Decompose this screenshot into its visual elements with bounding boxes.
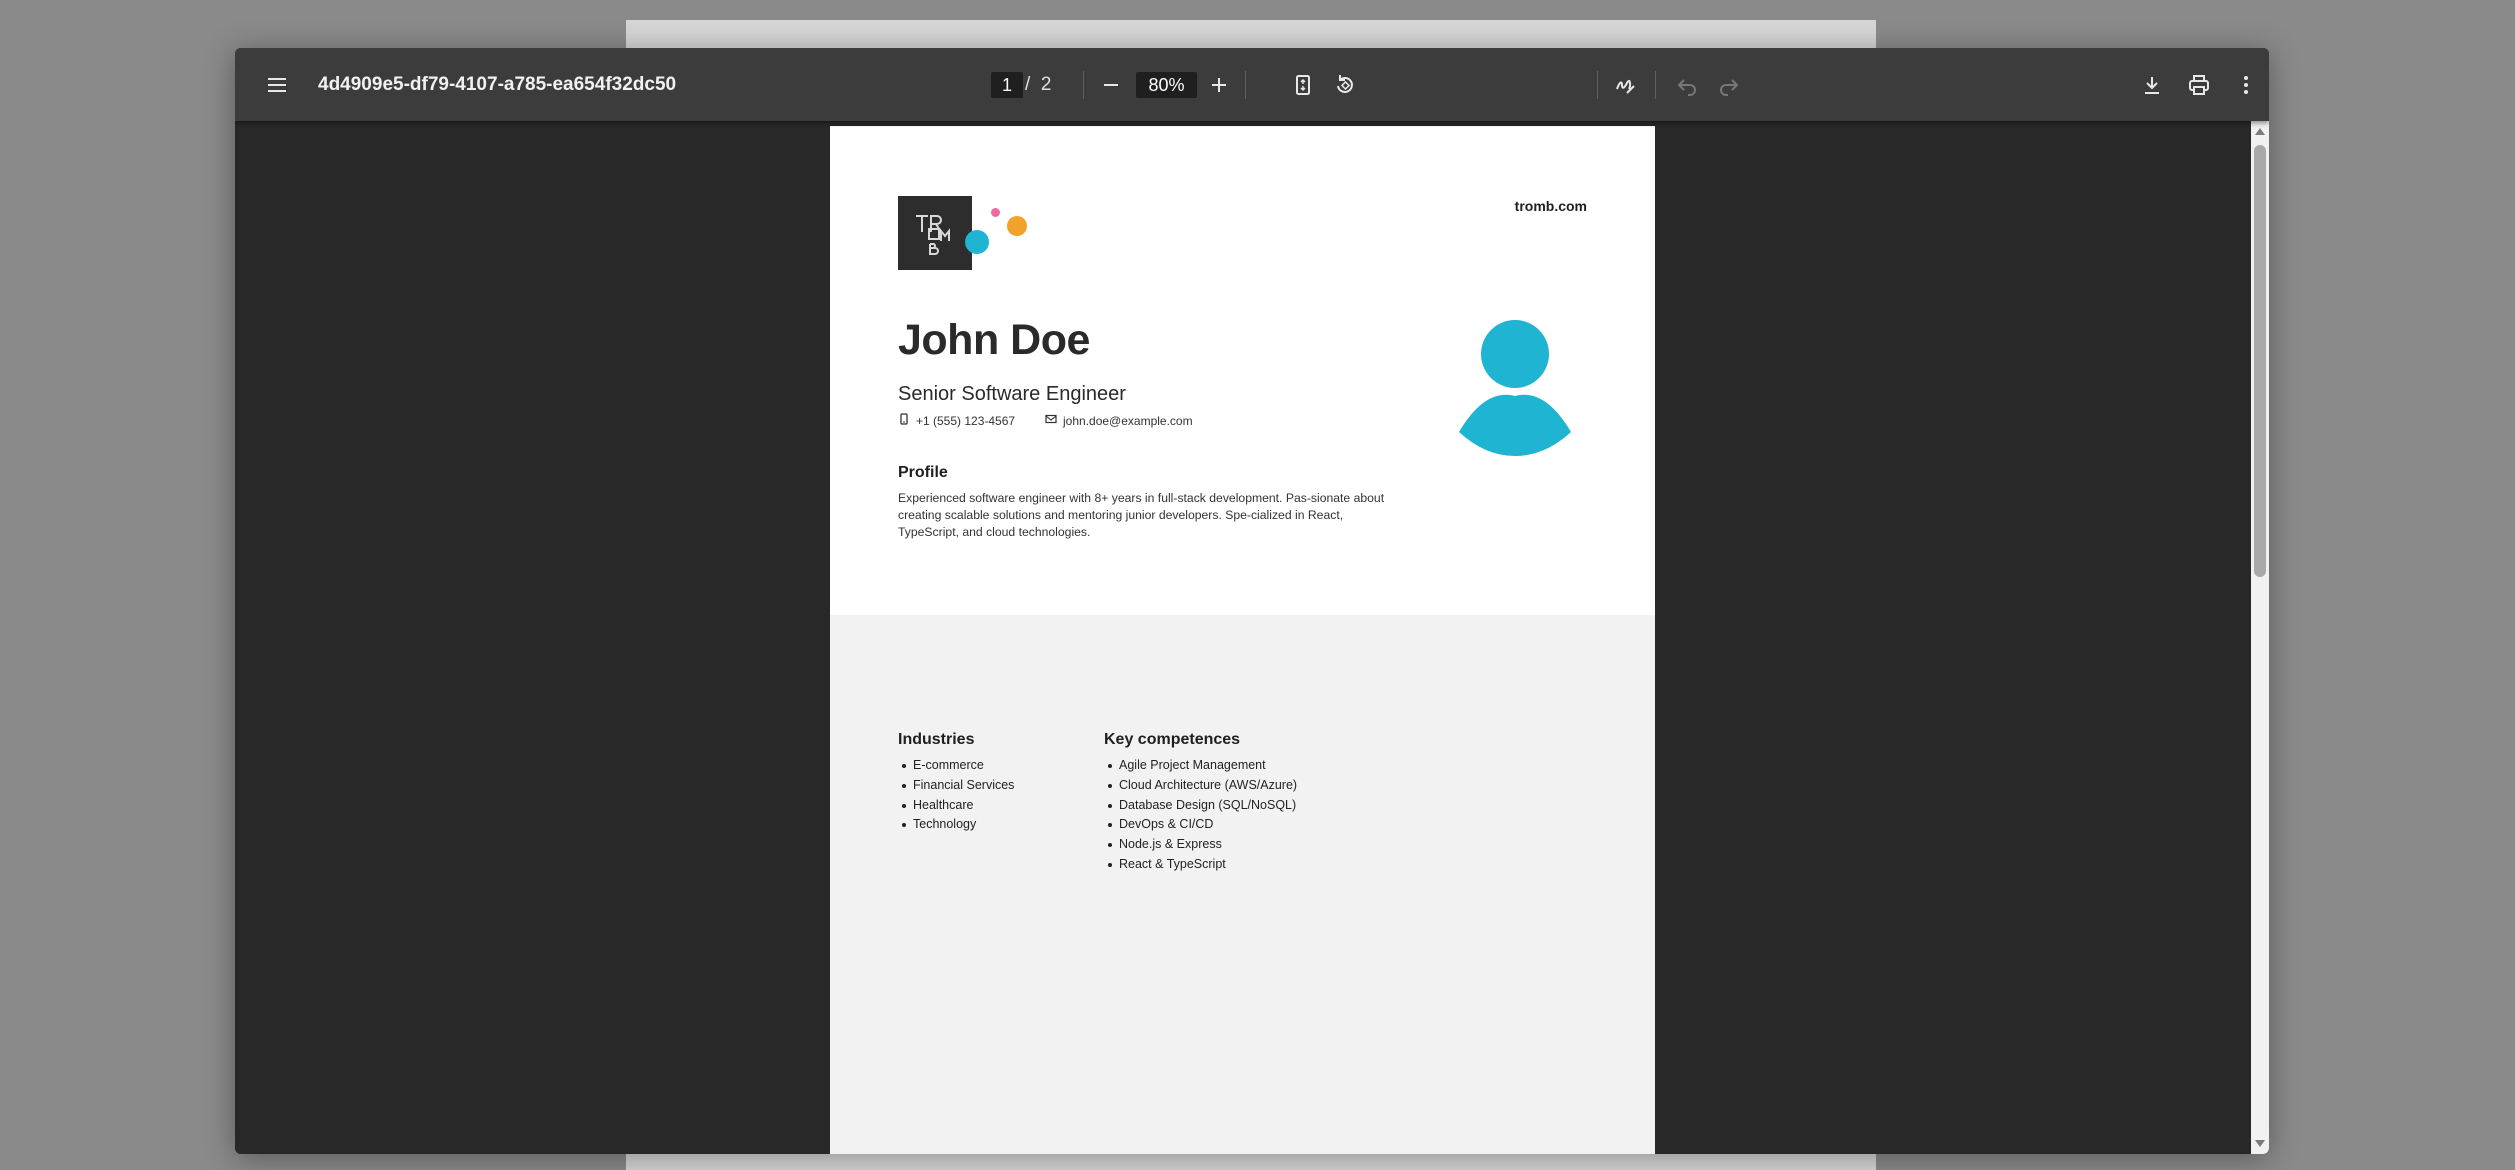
email-contact: john.doe@example.com: [1045, 413, 1193, 428]
vertical-scrollbar[interactable]: [2251, 121, 2269, 1154]
scroll-down-icon[interactable]: [2255, 1140, 2265, 1147]
pdf-page: tromb.com John Doe Senior Software Engin…: [830, 126, 1655, 1154]
profile-text: Experienced software engineer with 8+ ye…: [898, 491, 1385, 539]
page-gray-section: [830, 615, 1655, 1154]
document-title: 4d4909e5-df79-4107-a785-ea654f32dc50: [318, 73, 677, 95]
logo-cyan-dot: [965, 230, 989, 254]
pdf-viewer: 4d4909e5-df79-4107-a785-ea654f32dc50 1 /…: [235, 48, 2269, 1154]
industries-list: E-commerce Financial Services Healthcare…: [898, 756, 1014, 835]
list-item: React & TypeScript: [1104, 855, 1297, 875]
logo-orange-dot: [1007, 216, 1027, 236]
list-item: Agile Project Management: [1104, 756, 1297, 776]
list-item: Healthcare: [898, 796, 1014, 816]
viewer-toolbar: 4d4909e5-df79-4107-a785-ea654f32dc50 1 /…: [235, 48, 2269, 121]
fit-page-icon[interactable]: [1283, 65, 1323, 105]
rotate-icon[interactable]: [1325, 65, 1365, 105]
scroll-up-icon[interactable]: [2255, 128, 2265, 135]
draw-icon[interactable]: [1605, 65, 1645, 105]
toolbar-divider: [1245, 71, 1246, 99]
industries-heading: Industries: [898, 731, 975, 748]
more-icon[interactable]: [2226, 65, 2266, 105]
toolbar-divider: [1597, 71, 1598, 99]
email-address: john.doe@example.com: [1063, 413, 1193, 428]
zoom-in-icon[interactable]: [1199, 65, 1239, 105]
menu-icon[interactable]: [257, 65, 297, 105]
page-count: / 2: [1025, 74, 1052, 95]
toolbar-divider: [1083, 71, 1084, 99]
profile-heading: Profile: [898, 464, 948, 481]
job-title: Senior Software Engineer: [898, 383, 1126, 405]
competences-heading: Key competences: [1104, 731, 1241, 748]
zoom-level-input[interactable]: 80%: [1136, 72, 1197, 98]
zoom-out-icon[interactable]: [1091, 65, 1131, 105]
competences-list: Agile Project Management Cloud Architect…: [1104, 756, 1297, 875]
undo-icon[interactable]: [1667, 65, 1707, 105]
list-item: DevOps & CI/CD: [1104, 815, 1297, 835]
list-item: Database Design (SQL/NoSQL): [1104, 796, 1297, 816]
redo-icon[interactable]: [1709, 65, 1749, 105]
list-item: Cloud Architecture (AWS/Azure): [1104, 776, 1297, 796]
website-link[interactable]: tromb.com: [1515, 198, 1587, 214]
download-icon[interactable]: [2132, 65, 2172, 105]
toolbar-divider: [1655, 71, 1656, 99]
list-item: Financial Services: [898, 776, 1014, 796]
phone-icon: [898, 413, 910, 428]
page-number-input[interactable]: 1: [991, 72, 1023, 98]
phone-number: +1 (555) 123-4567: [916, 413, 1016, 428]
list-item: E-commerce: [898, 756, 1014, 776]
mail-icon: [1045, 413, 1057, 428]
tromb-logo: [898, 196, 972, 270]
print-icon[interactable]: [2179, 65, 2219, 105]
list-item: Technology: [898, 815, 1014, 835]
avatar-placeholder-icon: [1445, 316, 1585, 456]
scrollbar-thumb[interactable]: [2254, 145, 2266, 577]
candidate-name: John Doe: [898, 316, 1090, 364]
phone-contact: +1 (555) 123-4567: [898, 413, 1015, 428]
logo-pink-dot: [991, 208, 1000, 217]
list-item: Node.js & Express: [1104, 835, 1297, 855]
